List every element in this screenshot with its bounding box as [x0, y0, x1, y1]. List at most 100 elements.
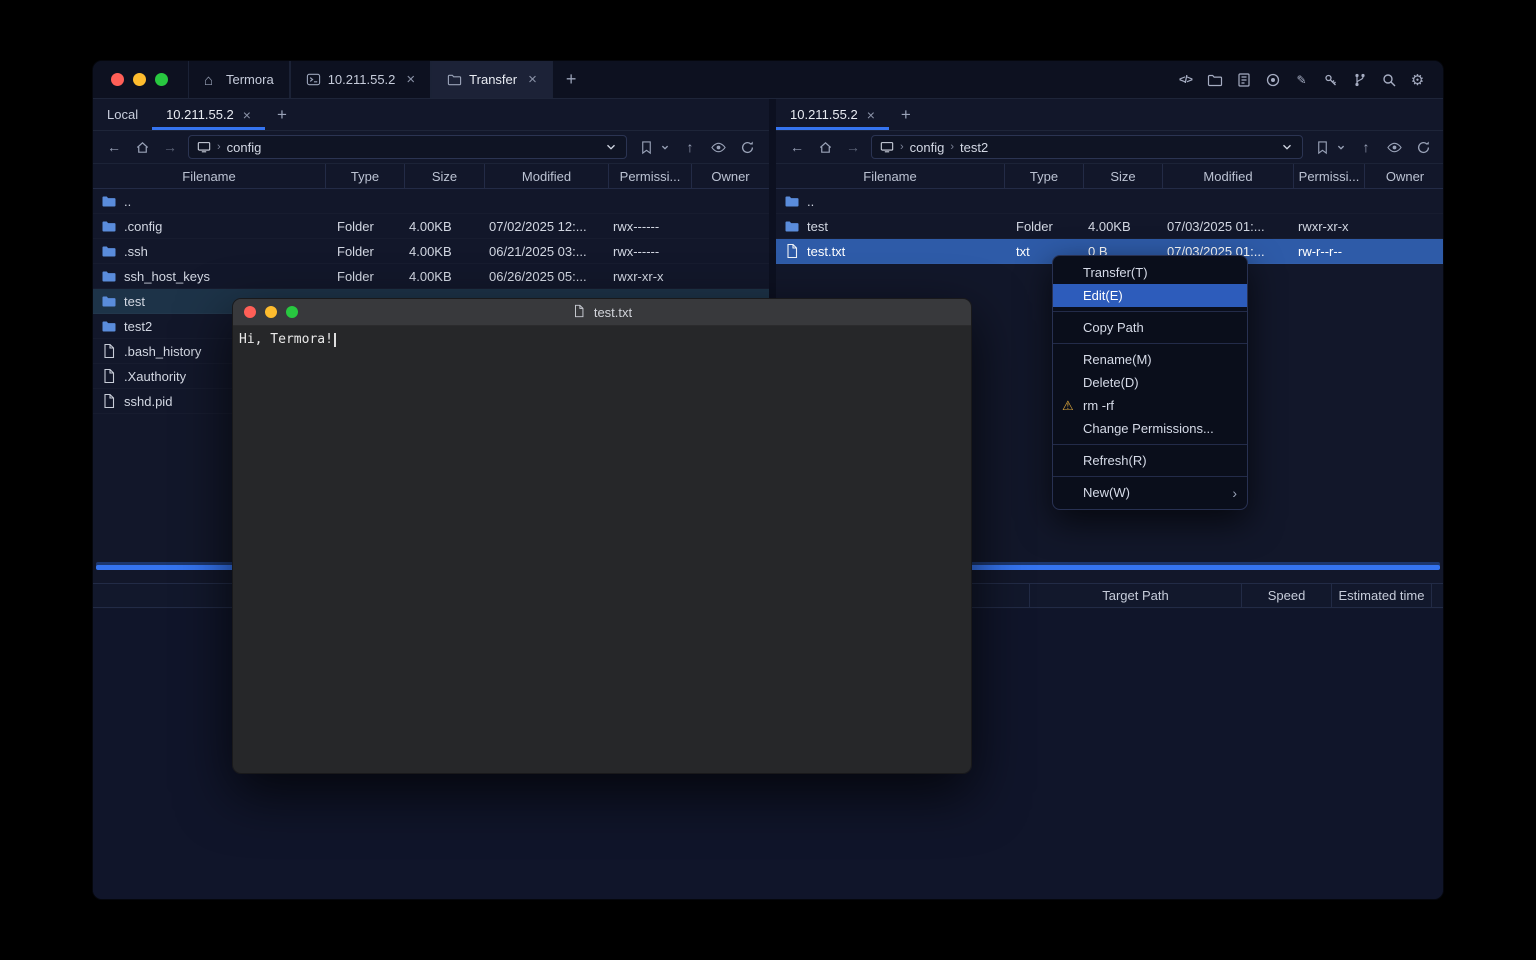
key-icon[interactable]	[1322, 71, 1339, 88]
tab-terminal-session[interactable]: 10.211.55.2 ×	[290, 61, 431, 98]
bookmark-icon[interactable]	[636, 137, 656, 157]
bookmark-dropdown-icon[interactable]	[658, 140, 672, 154]
chevron-down-icon[interactable]	[604, 140, 618, 154]
menu-item-copy-path[interactable]: Copy Path	[1053, 316, 1247, 339]
column-header-filename[interactable]: Filename	[776, 164, 1004, 188]
table-row[interactable]: .ssh Folder 4.00KB 06/21/2025 03:... rwx…	[93, 239, 769, 264]
record-icon[interactable]	[1264, 71, 1281, 88]
menu-item-label: rm -rf	[1083, 398, 1114, 413]
crumb-separator: ›	[217, 141, 221, 153]
menu-item-refresh[interactable]: Refresh(R)	[1053, 449, 1247, 472]
zoom-window-button[interactable]	[155, 73, 168, 86]
editor-minimize-button[interactable]	[265, 306, 277, 318]
minimize-window-button[interactable]	[133, 73, 146, 86]
file-type: Folder	[1004, 219, 1083, 234]
table-row[interactable]: ssh_host_keys Folder 4.00KB 06/26/2025 0…	[93, 264, 769, 289]
close-tab-icon[interactable]: ×	[406, 72, 415, 87]
column-header-type[interactable]: Type	[325, 164, 404, 188]
new-tab-button[interactable]: +	[553, 61, 590, 98]
right-table-header: Filename Type Size Modified Permissi... …	[776, 163, 1444, 189]
close-tab-icon[interactable]: ×	[867, 107, 875, 123]
file-name: .config	[124, 219, 162, 234]
bookmark-icon[interactable]	[1312, 137, 1332, 157]
column-header-filename[interactable]: Filename	[93, 164, 325, 188]
search-icon[interactable]	[1380, 71, 1397, 88]
editor-titlebar: test.txt	[233, 299, 971, 326]
editor-window: test.txt Hi, Termora!	[232, 298, 972, 774]
file-name: test2	[124, 319, 152, 334]
table-row[interactable]: .config Folder 4.00KB 07/02/2025 12:... …	[93, 214, 769, 239]
code-snippets-icon[interactable]: </>	[1177, 71, 1194, 88]
table-row[interactable]: test Folder 4.00KB 07/03/2025 01:... rwx…	[776, 214, 1444, 239]
column-header-owner[interactable]: Owner	[1364, 164, 1444, 188]
menu-item-new[interactable]: New(W) ›	[1053, 481, 1247, 504]
column-header-permissions[interactable]: Permissi...	[1293, 164, 1364, 188]
notes-icon[interactable]	[1235, 71, 1252, 88]
back-button[interactable]: ←	[105, 139, 123, 155]
right-panel-tabs: 10.211.55.2 × +	[776, 99, 1444, 131]
breadcrumb-segment[interactable]: test2	[960, 140, 988, 155]
file-name: test.txt	[807, 244, 845, 259]
show-hidden-eye-icon[interactable]	[1384, 137, 1404, 157]
table-row[interactable]: ..	[776, 189, 1444, 214]
file-modified: 07/03/2025 01:...	[1162, 219, 1293, 234]
pencil-icon[interactable]: ✎	[1293, 71, 1310, 88]
close-tab-icon[interactable]: ×	[528, 72, 537, 87]
traffic-lights	[93, 61, 188, 98]
column-header-permissions[interactable]: Permissi...	[608, 164, 691, 188]
menu-item-edit[interactable]: Edit(E)	[1053, 284, 1247, 307]
breadcrumb-segment[interactable]: config	[910, 140, 945, 155]
path-bar[interactable]: › config › test2	[871, 135, 1303, 159]
column-header-modified[interactable]: Modified	[484, 164, 608, 188]
forward-button[interactable]: →	[161, 139, 179, 155]
path-bar[interactable]: › config	[188, 135, 627, 159]
tab-remote-host[interactable]: 10.211.55.2 ×	[152, 99, 265, 130]
parent-directory-button[interactable]: ↑	[681, 139, 699, 155]
menu-item-transfer[interactable]: Transfer(T)	[1053, 261, 1247, 284]
editor-content[interactable]: Hi, Termora!	[233, 326, 971, 773]
bookmark-dropdown-icon[interactable]	[1334, 140, 1348, 154]
column-header-size[interactable]: Size	[404, 164, 484, 188]
editor-zoom-button[interactable]	[286, 306, 298, 318]
branch-icon[interactable]	[1351, 71, 1368, 88]
home-button[interactable]	[815, 137, 835, 157]
menu-item-rename[interactable]: Rename(M)	[1053, 348, 1247, 371]
folder-icon	[101, 218, 117, 234]
settings-icon[interactable]: ⚙	[1409, 71, 1426, 88]
menu-item-change-permissions[interactable]: Change Permissions...	[1053, 417, 1247, 440]
new-panel-tab-button[interactable]: +	[265, 99, 299, 130]
folder-icon[interactable]	[1206, 71, 1223, 88]
close-tab-icon[interactable]: ×	[243, 107, 251, 123]
refresh-icon[interactable]	[1413, 137, 1433, 157]
tab-transfer[interactable]: Transfer ×	[431, 61, 553, 98]
tab-termora-home[interactable]: ⌂ Termora	[188, 61, 290, 98]
warning-icon: ⚠	[1062, 398, 1074, 414]
column-header-size[interactable]: Size	[1083, 164, 1162, 188]
folder-icon	[784, 218, 800, 234]
file-name: .Xauthority	[124, 369, 186, 384]
close-window-button[interactable]	[111, 73, 124, 86]
terminal-icon	[306, 72, 321, 87]
tab-remote-host[interactable]: 10.211.55.2 ×	[776, 99, 889, 130]
column-header-owner[interactable]: Owner	[691, 164, 769, 188]
column-header-type[interactable]: Type	[1004, 164, 1083, 188]
home-button[interactable]	[132, 137, 152, 157]
tab-local[interactable]: Local	[93, 99, 152, 130]
parent-directory-button[interactable]: ↑	[1357, 139, 1375, 155]
breadcrumb-segment[interactable]: config	[227, 140, 262, 155]
chevron-down-icon[interactable]	[1280, 140, 1294, 154]
editor-close-button[interactable]	[244, 306, 256, 318]
new-panel-tab-button[interactable]: +	[889, 99, 923, 130]
editor-title: test.txt	[572, 304, 632, 320]
refresh-icon[interactable]	[737, 137, 757, 157]
show-hidden-eye-icon[interactable]	[708, 137, 728, 157]
forward-button[interactable]: →	[844, 139, 862, 155]
context-menu: Transfer(T) Edit(E) Copy Path Rename(M) …	[1052, 255, 1248, 510]
back-button[interactable]: ←	[788, 139, 806, 155]
menu-item-rm-rf[interactable]: ⚠ rm -rf	[1053, 394, 1247, 417]
column-header-modified[interactable]: Modified	[1162, 164, 1293, 188]
table-row[interactable]: ..	[93, 189, 769, 214]
menu-item-delete[interactable]: Delete(D)	[1053, 371, 1247, 394]
file-type: Folder	[325, 219, 404, 234]
crumb-separator: ›	[900, 141, 904, 153]
